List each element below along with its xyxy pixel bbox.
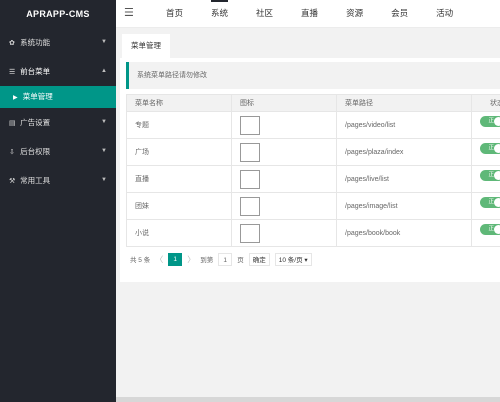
table-row[interactable]: 团妹 /pages/image/list 正常	[126, 192, 500, 220]
per-page-select[interactable]: 10 条/页 ▾	[274, 252, 312, 266]
sidebar-item-admin-permissions[interactable]: ⇩ 后台权限 ▼	[0, 137, 116, 166]
chevron-down-icon: ▼	[101, 39, 107, 45]
cell-icon	[231, 165, 337, 193]
table-row[interactable]: 专题 /pages/video/list 正常	[126, 111, 500, 139]
page-1-button[interactable]: 1	[168, 252, 183, 266]
top-bar: ☰ 首页 系统 社区 直播 资源 会员 活动	[116, 0, 500, 28]
status-toggle[interactable]: 正常	[480, 169, 500, 189]
pagination: 共 5 条 〈 1 〉 到第 1 页 确定 10 条/页 ▾	[130, 252, 317, 266]
list-icon: ☰	[9, 69, 16, 76]
sidebar-item-label: 前台菜单	[20, 67, 51, 76]
cell-status: 正常	[471, 165, 500, 193]
cell-path: /pages/image/list	[336, 192, 472, 220]
sidebar-item-common-tools[interactable]: ⚒ 常用工具 ▼	[0, 166, 116, 195]
chevron-up-icon: ▲	[101, 68, 107, 74]
column-header-status[interactable]: 状态	[471, 94, 500, 112]
sidebar-subitem-menu-management[interactable]: ▶ 菜单管理	[0, 86, 116, 108]
sidebar-item-frontend-menu[interactable]: ☰ 前台菜单 ▲	[0, 57, 116, 86]
gear-icon: ✿	[9, 40, 15, 47]
next-page-button[interactable]: 〉	[187, 254, 195, 265]
cell-status: 正常	[471, 138, 500, 166]
top-nav: 首页 系统 社区 直播 资源 会员 活动	[152, 0, 467, 28]
sidebar: APRAPP-CMS ✿ 系统功能 ▼ ☰ 前台菜单 ▲ ▶ 菜单管理 ▤ 广告…	[0, 0, 116, 402]
status-toggle[interactable]: 正常	[480, 196, 500, 216]
chevron-down-icon: ▼	[101, 148, 107, 154]
top-nav-members[interactable]: 会员	[377, 0, 422, 28]
sidebar-item-label: 常用工具	[20, 176, 51, 185]
horizontal-scrollbar[interactable]	[116, 397, 500, 402]
menu-toggle-icon[interactable]: ☰	[124, 6, 134, 19]
cell-icon	[231, 138, 337, 166]
cell-status: 正常	[471, 111, 500, 139]
image-placeholder-icon	[240, 169, 260, 189]
page-unit-label: 页	[237, 257, 244, 264]
goto-page-input[interactable]: 1	[218, 252, 233, 266]
cell-name: 小说	[126, 219, 232, 247]
cell-path: /pages/plaza/index	[336, 138, 472, 166]
image-placeholder-icon	[240, 142, 260, 162]
table-row[interactable]: 直播 /pages/live/list 正常	[126, 165, 500, 193]
top-nav-home[interactable]: 首页	[152, 0, 197, 28]
cell-name: 直播	[126, 165, 232, 193]
cell-name: 广场	[126, 138, 232, 166]
top-nav-system[interactable]: 系统	[197, 0, 242, 28]
image-placeholder-icon	[240, 223, 260, 243]
sidebar-item-system-functions[interactable]: ✿ 系统功能 ▼	[0, 28, 116, 57]
column-header-icon[interactable]: 图标	[231, 94, 337, 112]
sidebar-item-ad-settings[interactable]: ▤ 广告设置 ▼	[0, 108, 116, 137]
cell-status: 正常	[471, 219, 500, 247]
image-placeholder-icon	[240, 115, 260, 135]
column-header-name[interactable]: 菜单名称	[126, 94, 232, 112]
table-row[interactable]: 广场 /pages/plaza/index 正常	[126, 138, 500, 166]
cell-path: /pages/live/list	[336, 165, 472, 193]
table-row[interactable]: 小说 /pages/book/book 正常	[126, 219, 500, 247]
sidebar-subitem-label: 菜单管理	[22, 92, 53, 101]
top-nav-activities[interactable]: 活动	[422, 0, 467, 28]
triangle-right-icon: ▶	[13, 95, 18, 101]
chevron-down-icon: ▼	[101, 119, 107, 125]
status-toggle[interactable]: 正常	[480, 115, 500, 135]
notice-banner: 系统菜单路径请勿修改	[126, 62, 500, 89]
cell-status: 正常	[471, 192, 500, 220]
top-nav-community[interactable]: 社区	[242, 0, 287, 28]
status-toggle[interactable]: 正常	[480, 142, 500, 162]
cell-icon	[231, 192, 337, 220]
cell-icon	[231, 111, 337, 139]
cell-icon	[231, 219, 337, 247]
sidebar-item-label: 后台权限	[20, 147, 51, 156]
content-card: 系统菜单路径请勿修改 菜单名称 图标 菜单路径 状态 专题 /pages/vid…	[120, 58, 500, 282]
image-placeholder-icon	[240, 196, 260, 216]
goto-confirm-button[interactable]: 确定	[248, 252, 270, 266]
table-header-row: 菜单名称 图标 菜单路径 状态	[126, 94, 500, 112]
sidebar-item-label: 广告设置	[20, 118, 51, 127]
top-nav-live[interactable]: 直播	[287, 0, 332, 28]
chevron-down-icon: ▼	[101, 177, 107, 183]
goto-label: 到第	[200, 257, 214, 264]
cell-path: /pages/book/book	[336, 219, 472, 247]
app-logo: APRAPP-CMS	[26, 9, 90, 19]
document-icon: ▤	[9, 120, 16, 127]
pager-total: 共 5 条	[130, 257, 151, 264]
tab-menu-management[interactable]: 菜单管理	[122, 34, 170, 58]
download-icon: ⇩	[9, 149, 15, 156]
prev-page-button[interactable]: 〈	[155, 254, 163, 265]
status-toggle[interactable]: 正常	[480, 223, 500, 243]
wrench-icon: ⚒	[9, 178, 16, 185]
cell-name: 团妹	[126, 192, 232, 220]
menu-table: 菜单名称 图标 菜单路径 状态 专题 /pages/video/list 正常 …	[126, 94, 500, 247]
column-header-path[interactable]: 菜单路径	[336, 94, 472, 112]
cell-path: /pages/video/list	[336, 111, 472, 139]
sidebar-item-label: 系统功能	[20, 38, 51, 47]
top-nav-resources[interactable]: 资源	[332, 0, 377, 28]
tab-bar: 菜单管理	[116, 28, 500, 58]
cell-name: 专题	[126, 111, 232, 139]
